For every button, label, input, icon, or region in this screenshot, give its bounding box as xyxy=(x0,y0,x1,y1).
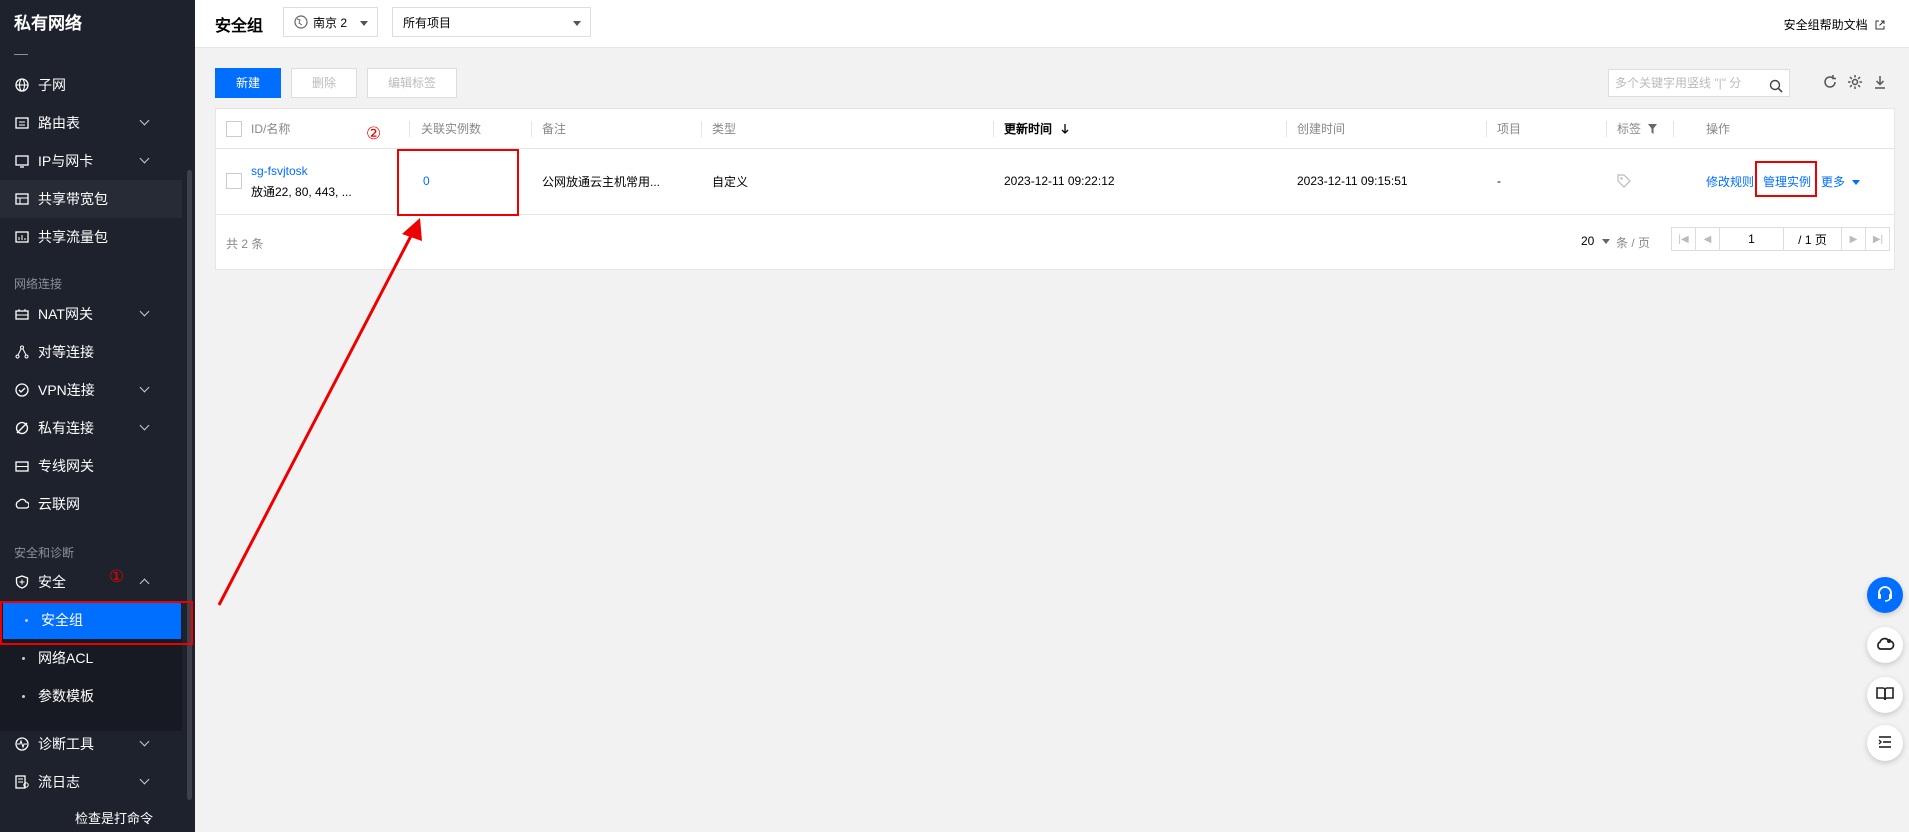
list-icon xyxy=(1876,733,1894,754)
annotation-arrow xyxy=(217,218,422,606)
cloud-assistant-button[interactable] xyxy=(1867,627,1903,663)
docs-button[interactable] xyxy=(1867,677,1903,713)
list-menu-button[interactable] xyxy=(1867,725,1903,761)
book-icon xyxy=(1875,684,1895,707)
customer-service-button[interactable] xyxy=(1867,577,1903,613)
headset-icon xyxy=(1875,584,1895,607)
cloud-icon xyxy=(1875,634,1895,657)
